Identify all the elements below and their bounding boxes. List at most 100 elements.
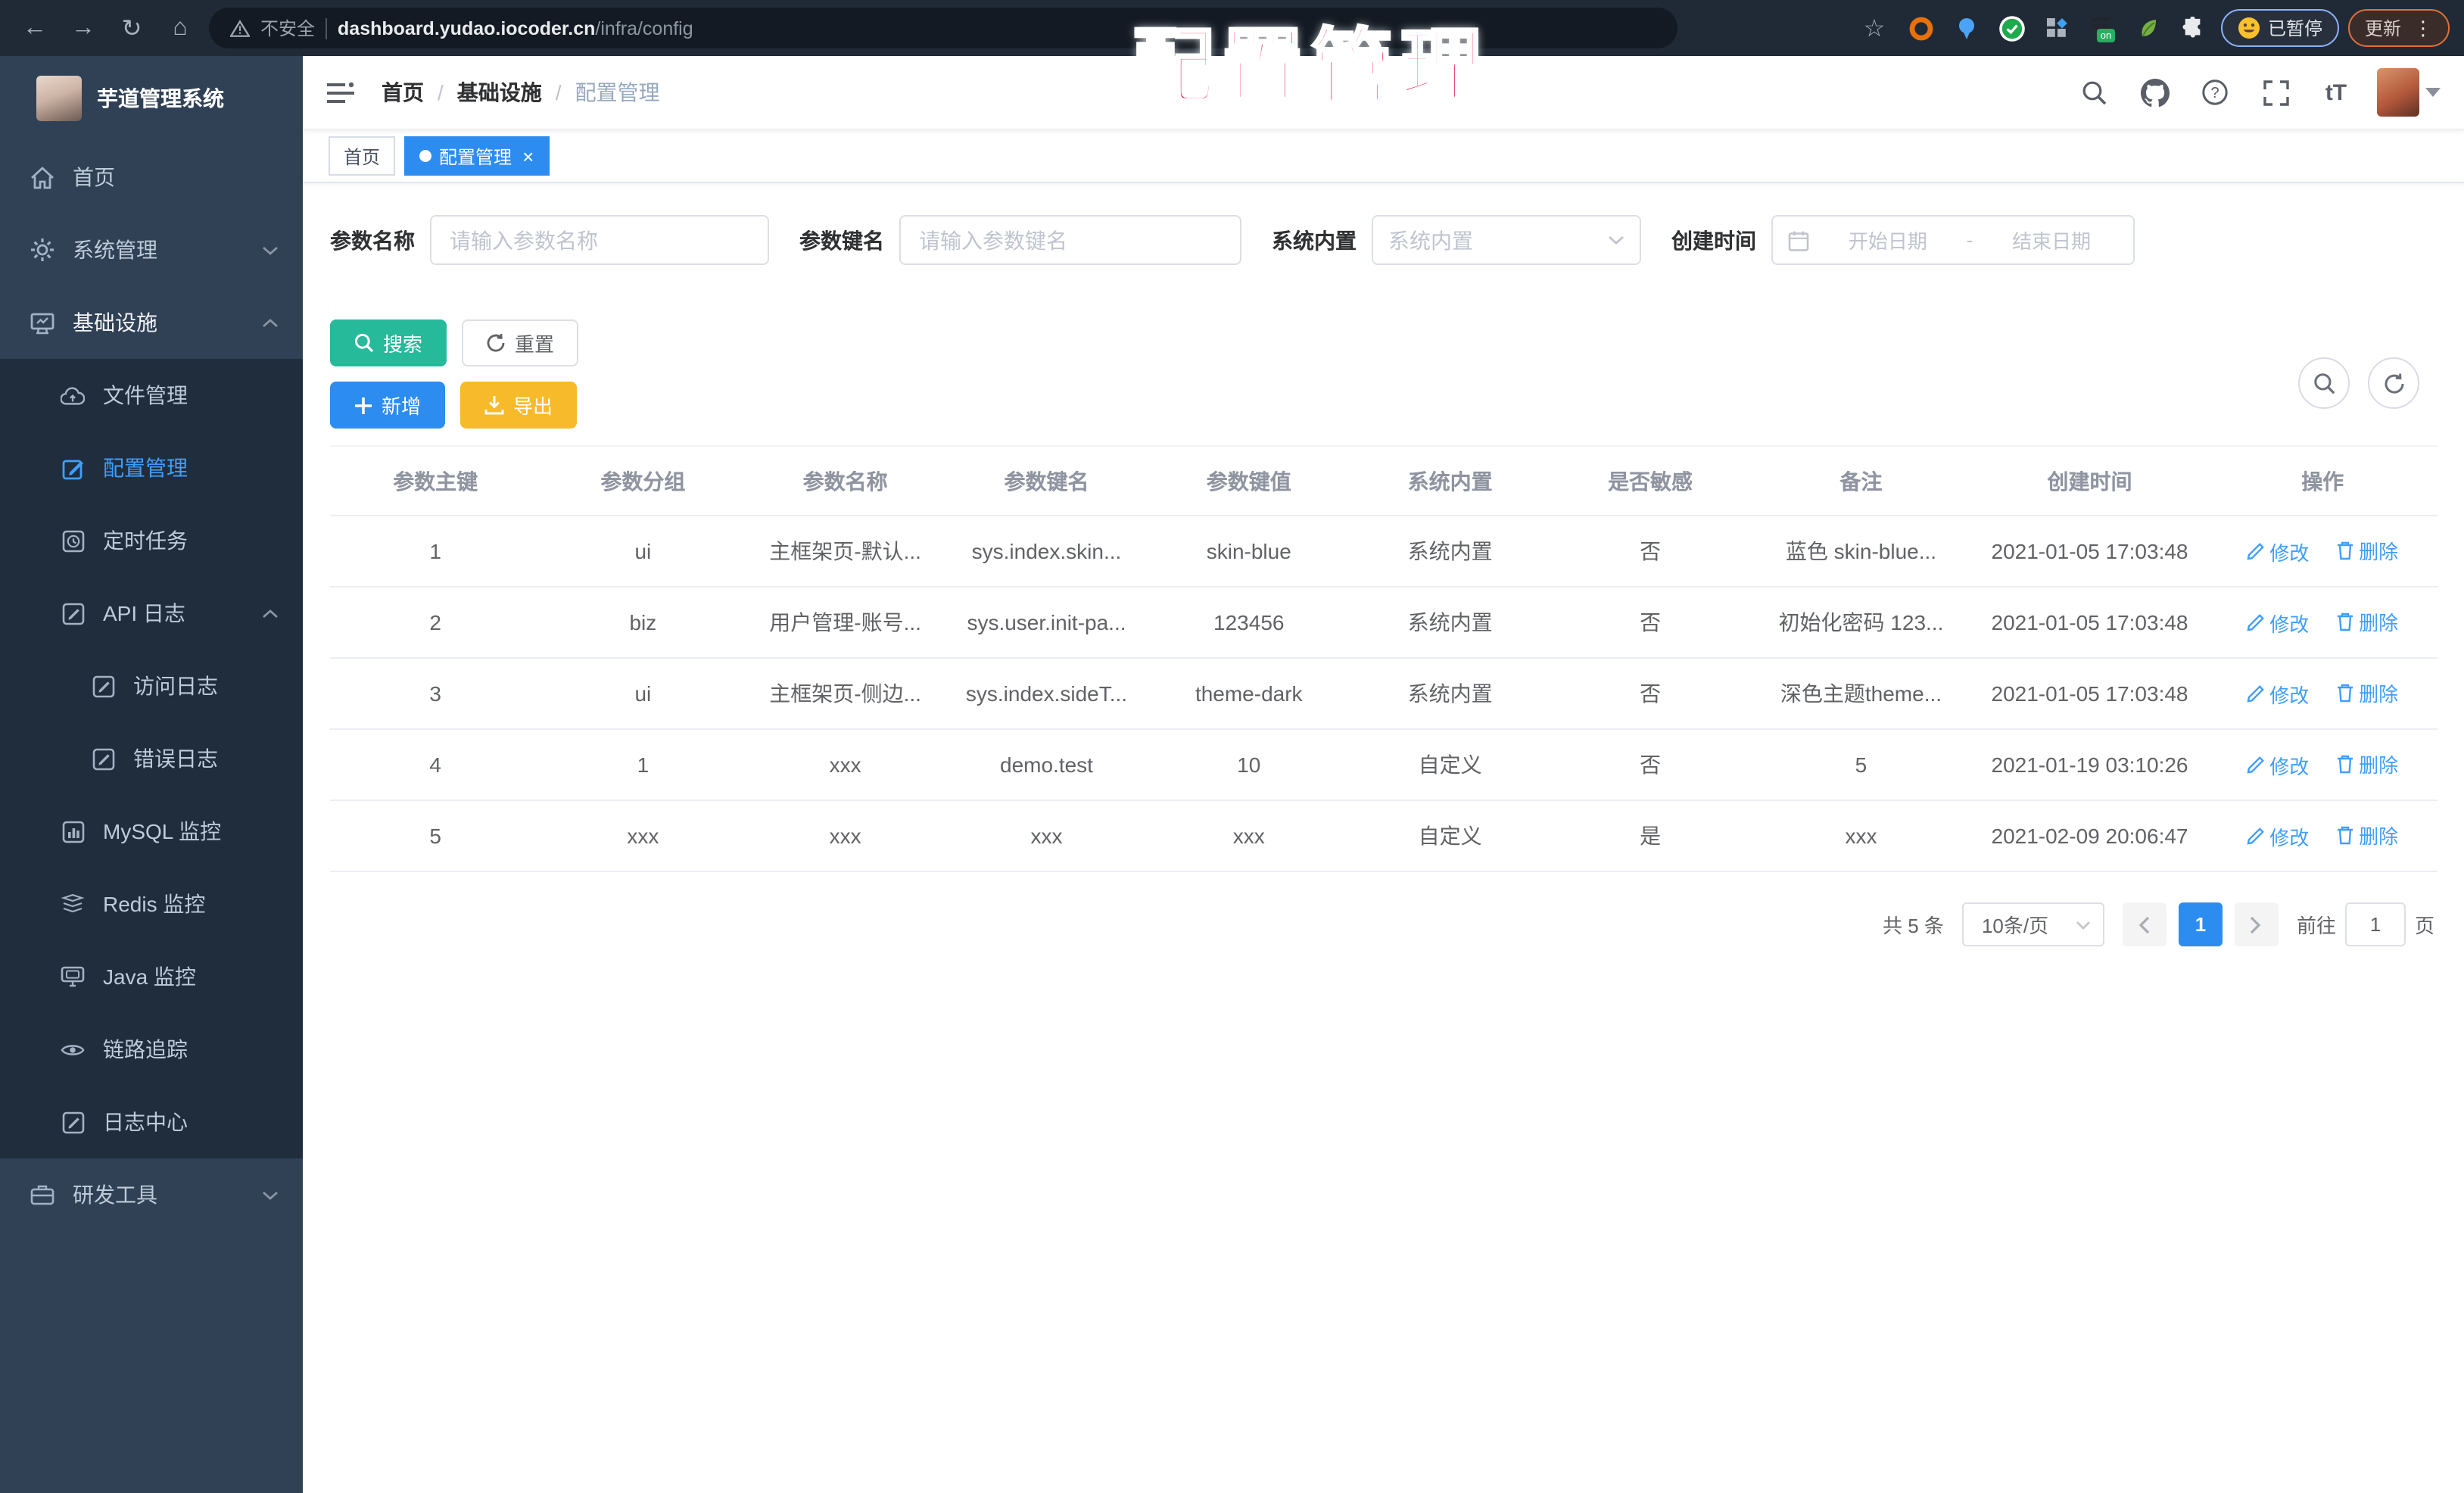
param-key-label: 参数键名	[799, 228, 884, 252]
address-bar[interactable]: 不安全 dashboard.yudao.iocoder.cn/infra/con…	[209, 8, 1677, 48]
caret-down-icon	[2425, 88, 2441, 97]
prev-page-button[interactable]	[2122, 902, 2167, 946]
param-name-input[interactable]	[430, 215, 769, 265]
end-date-placeholder: 结束日期	[2012, 230, 2092, 253]
browser-reload-button[interactable]: ↻	[112, 8, 151, 48]
breadcrumb-infra[interactable]: 基础设施	[457, 77, 542, 108]
create-time-label: 创建时间	[1671, 228, 1756, 252]
cell-remark: 5	[1750, 729, 1972, 801]
pencil-icon	[2247, 828, 2265, 845]
sidebar-item-java-monitor[interactable]: Java 监控	[0, 940, 303, 1013]
sidebar-item-file-management[interactable]: 文件管理	[0, 359, 303, 432]
goto-page-input[interactable]	[2344, 902, 2406, 946]
extension-orange-ring-icon[interactable]	[1903, 10, 1939, 46]
security-label[interactable]: 不安全	[260, 15, 315, 41]
sidebar-collapse-button[interactable]	[327, 81, 354, 104]
export-button[interactable]: 导出	[460, 382, 578, 429]
bookmark-star-icon[interactable]: ☆	[1855, 8, 1894, 48]
edit-icon	[61, 457, 85, 479]
tag-home[interactable]: 首页	[329, 136, 396, 176]
extension-leaf-icon[interactable]	[2130, 10, 2167, 46]
extension-grey-blue-icon[interactable]	[2039, 10, 2076, 46]
log-icon	[91, 675, 115, 697]
sidebar-item-api-log[interactable]: API 日志	[0, 577, 303, 650]
sidebar-item-home[interactable]: 首页	[0, 141, 303, 214]
browser-update-button[interactable]: 更新 ⋮	[2347, 9, 2450, 47]
col-header-id: 参数主键	[330, 445, 541, 516]
col-header-type: 系统内置	[1350, 445, 1550, 516]
sidebar-item-system[interactable]: 系统管理	[0, 214, 303, 286]
edit-row-button[interactable]: 修改	[2247, 538, 2309, 566]
chart-icon	[61, 820, 85, 843]
cell-created: 2021-01-05 17:03:48	[1971, 516, 2208, 588]
trash-icon	[2338, 756, 2353, 774]
browser-menu-icon[interactable]: ⋮	[2413, 16, 2433, 40]
fullscreen-icon[interactable]	[2256, 73, 2295, 112]
sidebar-item-mysql-monitor[interactable]: MySQL 监控	[0, 795, 303, 868]
cell-type: 自定义	[1350, 800, 1550, 872]
page-url[interactable]: dashboard.yudao.iocoder.cn/infra/config	[338, 17, 693, 39]
edit-row-button[interactable]: 修改	[2247, 822, 2309, 851]
sidebar-item-dev-tools[interactable]: 研发工具	[0, 1158, 303, 1231]
cell-sensitive: 否	[1550, 516, 1751, 588]
add-button[interactable]: 新增	[330, 382, 446, 429]
sidebar-item-scheduled-jobs[interactable]: 定时任务	[0, 504, 303, 577]
on-badge-text: on	[2101, 29, 2112, 40]
reset-button[interactable]: 重置	[462, 319, 579, 366]
user-menu[interactable]	[2377, 68, 2441, 117]
help-icon[interactable]: ?	[2195, 73, 2235, 112]
pagination-total: 共 5 条	[1883, 915, 1944, 937]
browser-forward-button[interactable]: →	[64, 8, 103, 48]
extension-green-check-icon[interactable]	[1994, 10, 2030, 46]
create-time-range-picker[interactable]: 开始日期 - 结束日期	[1771, 215, 2135, 265]
goto-label: 前往	[2296, 915, 2336, 937]
sidebar-item-tracing[interactable]: 链路追踪	[0, 1013, 303, 1086]
current-page-button[interactable]: 1	[2178, 902, 2223, 946]
sidebar-item-access-log[interactable]: 访问日志	[0, 650, 303, 722]
next-page-button[interactable]	[2234, 902, 2279, 946]
briefcase-icon	[30, 1184, 55, 1205]
sidebar-item-infra[interactable]: 基础设施	[0, 286, 303, 359]
cell-actions: 修改 删除	[2207, 658, 2438, 730]
sidebar-item-error-log[interactable]: 错误日志	[0, 722, 303, 795]
delete-row-button[interactable]: 删除	[2336, 750, 2398, 779]
log-icon	[61, 602, 85, 625]
toggle-search-button[interactable]	[2298, 357, 2350, 409]
browser-back-button[interactable]: ←	[15, 8, 55, 48]
param-key-input[interactable]	[899, 215, 1241, 265]
extensions-puzzle-icon[interactable]	[2176, 10, 2212, 46]
page-size-select[interactable]: 10条/页	[1961, 902, 2104, 946]
refresh-table-button[interactable]	[2368, 357, 2419, 409]
extension-pin-icon[interactable]	[1948, 10, 1985, 46]
table-toolbar: 新增 导出	[330, 382, 2438, 429]
builtin-type-select[interactable]: 系统内置	[1372, 215, 1641, 265]
delete-row-button[interactable]: 删除	[2336, 821, 2398, 850]
sidebar-item-redis-monitor[interactable]: Redis 监控	[0, 868, 303, 940]
sidebar-item-config-management[interactable]: 配置管理	[0, 432, 303, 504]
browser-home-button[interactable]: ⌂	[160, 8, 200, 48]
monitor-icon	[30, 311, 55, 334]
tag-close-icon[interactable]: ×	[522, 146, 534, 166]
breadcrumb-separator: /	[438, 80, 444, 104]
cell-id: 4	[330, 729, 541, 801]
sidebar-item-log-center[interactable]: 日志中心	[0, 1086, 303, 1158]
edit-row-button[interactable]: 修改	[2247, 751, 2309, 780]
update-label: 更新	[2364, 18, 2401, 39]
edit-row-button[interactable]: 修改	[2247, 609, 2309, 637]
cell-id: 3	[330, 658, 541, 730]
delete-row-button[interactable]: 删除	[2336, 537, 2398, 566]
edit-row-button[interactable]: 修改	[2247, 680, 2309, 709]
profile-paused-chip[interactable]: 已暂停	[2220, 9, 2339, 47]
app-logo[interactable]: 芋道管理系统	[0, 56, 303, 141]
search-button[interactable]: 搜索	[330, 319, 447, 366]
delete-row-button[interactable]: 删除	[2336, 608, 2398, 637]
breadcrumb-home[interactable]: 首页	[382, 77, 424, 108]
cell-name: 主框架页-默认...	[745, 516, 945, 588]
search-icon[interactable]	[2074, 73, 2114, 112]
tag-config-management[interactable]: 配置管理 ×	[404, 136, 550, 176]
github-icon[interactable]	[2135, 73, 2174, 112]
cell-remark: 初始化密码 123...	[1750, 587, 1972, 659]
extension-on-badge-icon[interactable]: on	[2085, 10, 2121, 46]
font-size-icon[interactable]: tT	[2316, 73, 2356, 112]
delete-row-button[interactable]: 删除	[2336, 679, 2398, 708]
